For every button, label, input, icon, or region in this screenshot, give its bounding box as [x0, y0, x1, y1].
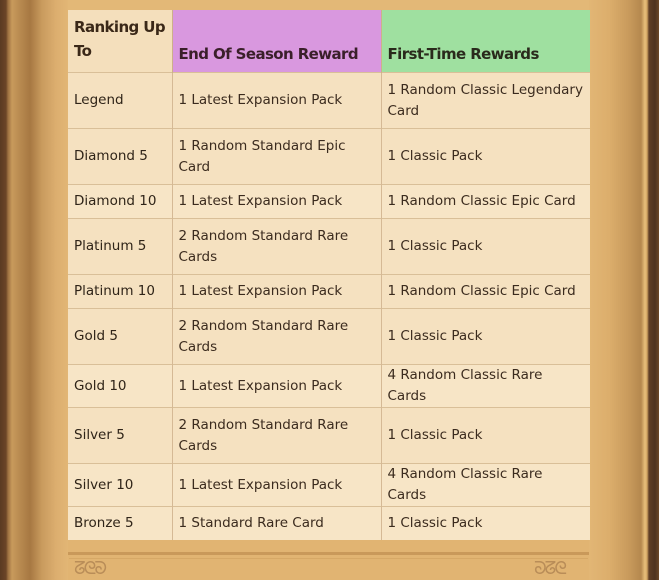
bottom-divider: [68, 552, 589, 555]
table-row: Platinum 10 1 Latest Expansion Pack 1 Ra…: [68, 274, 590, 309]
first-time-cell: 1 Classic Pack: [380, 128, 590, 185]
end-of-season-cell: 2 Random Standard Rare Cards: [171, 407, 381, 464]
first-time-cell: 1 Random Classic Epic Card: [380, 274, 590, 309]
header-first-time: First-Time Rewards: [380, 10, 590, 73]
end-of-season-cell: 2 Random Standard Rare Cards: [171, 308, 381, 365]
end-of-season-cell: 1 Latest Expansion Pack: [171, 184, 381, 219]
rank-cell: Legend: [68, 72, 172, 129]
table-row: Bronze 5 1 Standard Rare Card 1 Classic …: [68, 506, 590, 540]
table-row: Platinum 5 2 Random Standard Rare Cards …: [68, 218, 590, 275]
table-row: Silver 10 1 Latest Expansion Pack 4 Rand…: [68, 463, 590, 507]
end-of-season-cell: 1 Latest Expansion Pack: [171, 72, 381, 129]
end-of-season-cell: 2 Random Standard Rare Cards: [171, 218, 381, 275]
end-of-season-cell: 1 Standard Rare Card: [171, 506, 381, 540]
end-of-season-cell: 1 Latest Expansion Pack: [171, 463, 381, 507]
first-time-cell: 4 Random Classic Rare Cards: [380, 364, 590, 408]
table-row: Gold 10 1 Latest Expansion Pack 4 Random…: [68, 364, 590, 408]
first-time-cell: 1 Random Classic Epic Card: [380, 184, 590, 219]
rank-cell: Diamond 10: [68, 184, 172, 219]
end-of-season-cell: 1 Latest Expansion Pack: [171, 274, 381, 309]
first-time-cell: 4 Random Classic Rare Cards: [380, 463, 590, 507]
first-time-cell: 1 Classic Pack: [380, 308, 590, 365]
first-time-cell: 1 Classic Pack: [380, 218, 590, 275]
header-ranking: Ranking Up To: [68, 10, 172, 73]
rank-rewards-table: Ranking Up To End Of Season Reward First…: [68, 10, 590, 540]
rank-cell: Platinum 5: [68, 218, 172, 275]
rank-cell: Gold 10: [68, 364, 172, 408]
first-time-cell: 1 Classic Pack: [380, 506, 590, 540]
frame-left-border: [0, 0, 68, 580]
table-row: Gold 5 2 Random Standard Rare Cards 1 Cl…: [68, 308, 590, 365]
rank-cell: Silver 5: [68, 407, 172, 464]
header-row: Ranking Up To End Of Season Reward First…: [68, 10, 590, 73]
rank-cell: Bronze 5: [68, 506, 172, 540]
flourish-left-icon: ᘔᘓᘐ: [74, 558, 107, 579]
end-of-season-cell: 1 Random Standard Epic Card: [171, 128, 381, 185]
frame-right-border: [589, 0, 659, 580]
end-of-season-cell: 1 Latest Expansion Pack: [171, 364, 381, 408]
flourish-right-icon: ᘐᘔᘓ: [534, 558, 567, 579]
table-row: Silver 5 2 Random Standard Rare Cards 1 …: [68, 407, 590, 464]
table-row: Diamond 10 1 Latest Expansion Pack 1 Ran…: [68, 184, 590, 219]
rank-cell: Diamond 5: [68, 128, 172, 185]
rank-cell: Platinum 10: [68, 274, 172, 309]
first-time-cell: 1 Classic Pack: [380, 407, 590, 464]
first-time-cell: 1 Random Classic Legendary Card: [380, 72, 590, 129]
header-end-of-season: End Of Season Reward: [171, 10, 381, 73]
table-row: Diamond 5 1 Random Standard Epic Card 1 …: [68, 128, 590, 185]
rank-cell: Silver 10: [68, 463, 172, 507]
rank-cell: Gold 5: [68, 308, 172, 365]
table-row: Legend 1 Latest Expansion Pack 1 Random …: [68, 72, 590, 129]
